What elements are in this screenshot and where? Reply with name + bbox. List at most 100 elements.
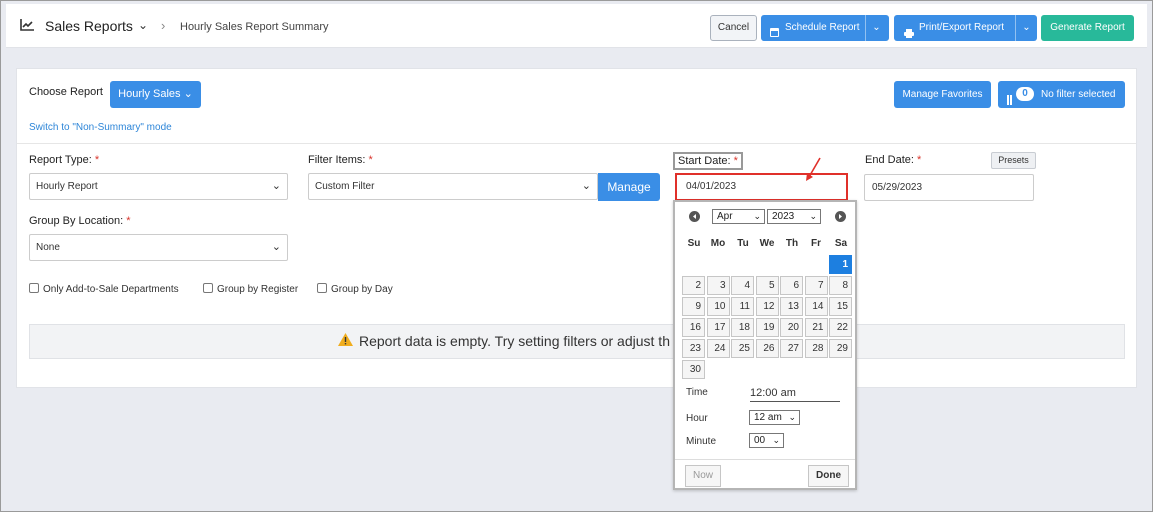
chevron-down-icon: ⌄ bbox=[271, 241, 281, 253]
group-by-location-select[interactable]: None ⌄ bbox=[29, 234, 288, 261]
start-date-label: Start Date: * bbox=[673, 152, 743, 170]
manage-filter-button[interactable]: Manage bbox=[598, 173, 660, 201]
done-button[interactable]: Done bbox=[808, 465, 849, 487]
calendar-day[interactable]: 29 bbox=[829, 339, 852, 358]
empty-report-banner: Report data is empty. Try setting filter… bbox=[29, 324, 1125, 359]
month-select[interactable]: Apr ⌄ bbox=[712, 209, 765, 224]
calendar-day[interactable]: 24 bbox=[706, 339, 730, 358]
calendar-day[interactable]: 28 bbox=[804, 339, 828, 358]
minute-select[interactable]: 00 ⌄ bbox=[749, 433, 784, 448]
calendar-day[interactable]: 16 bbox=[682, 318, 705, 337]
calendar-day[interactable]: 10 bbox=[706, 297, 730, 316]
calendar-day[interactable]: 19 bbox=[755, 318, 779, 337]
calendar-day[interactable]: 15 bbox=[829, 297, 852, 316]
month-value: Apr bbox=[717, 211, 733, 222]
calendar-day[interactable]: 13 bbox=[780, 297, 803, 316]
calendar-day[interactable]: 18 bbox=[731, 318, 754, 337]
prev-month-icon[interactable] bbox=[689, 211, 700, 222]
end-date-input[interactable]: 05/29/2023 bbox=[864, 174, 1034, 201]
chevron-down-icon: ⌄ bbox=[772, 435, 780, 445]
filter-status-label: No filter selected bbox=[1041, 89, 1116, 100]
choose-report-dropdown[interactable]: Hourly Sales ⌄ bbox=[110, 81, 201, 108]
calendar-day[interactable]: 30 bbox=[682, 360, 705, 379]
report-type-select[interactable]: Hourly Report ⌄ bbox=[29, 173, 288, 200]
schedule-report-button[interactable]: Schedule Report ⌄ bbox=[761, 15, 889, 41]
hour-select[interactable]: 12 am ⌄ bbox=[749, 410, 800, 425]
next-month-icon[interactable] bbox=[835, 211, 846, 222]
calendar-day[interactable]: 25 bbox=[731, 339, 754, 358]
checkbox[interactable] bbox=[317, 283, 327, 293]
year-select[interactable]: 2023 ⌄ bbox=[767, 209, 821, 224]
calendar-day[interactable]: 23 bbox=[682, 339, 705, 358]
calendar-day[interactable]: 21 bbox=[804, 318, 828, 337]
calendar-day[interactable]: 5 bbox=[755, 276, 779, 295]
filter-items-value: Custom Filter bbox=[315, 181, 375, 192]
calendar-day[interactable]: 26 bbox=[755, 339, 779, 358]
chevron-down-icon: ⌄ bbox=[872, 22, 881, 33]
checkbox-add-to-sale[interactable]: Only Add-to-Sale Departments bbox=[29, 283, 179, 295]
printer-icon bbox=[904, 23, 914, 49]
calendar-day[interactable]: 3 bbox=[706, 276, 730, 295]
now-button[interactable]: Now bbox=[685, 465, 721, 487]
print-export-label: Print/Export Report bbox=[919, 22, 1005, 33]
report-type-label: Report Type: * bbox=[29, 154, 100, 166]
report-panel: Choose Report Hourly Sales ⌄ Switch to "… bbox=[16, 68, 1137, 388]
chevron-down-icon[interactable]: ⌄ bbox=[138, 18, 148, 32]
print-export-button[interactable]: Print/Export Report ⌄ bbox=[894, 15, 1037, 41]
weekday-label: Fr bbox=[811, 238, 821, 249]
minute-label: Minute bbox=[686, 436, 717, 447]
chart-icon bbox=[20, 19, 34, 31]
manage-favorites-button[interactable]: Manage Favorites bbox=[894, 81, 991, 108]
chevron-down-icon: ⌄ bbox=[271, 180, 281, 192]
date-picker: Apr ⌄ 2023 ⌄ Su Mo Tu We Th Fr Sa 123456… bbox=[673, 200, 857, 490]
hour-value: 12 am bbox=[754, 412, 782, 423]
calendar-day[interactable]: 22 bbox=[829, 318, 852, 337]
chevron-down-icon: ⌄ bbox=[183, 88, 193, 100]
choose-report-value: Hourly Sales bbox=[118, 88, 181, 100]
chevron-down-icon: ⌄ bbox=[809, 211, 817, 221]
chevron-down-icon: ⌄ bbox=[1022, 22, 1031, 33]
calendar-day[interactable]: 11 bbox=[731, 297, 754, 316]
generate-report-button[interactable]: Generate Report bbox=[1041, 15, 1134, 41]
group-by-location-label: Group By Location: * bbox=[29, 215, 131, 227]
calendar-day[interactable]: 4 bbox=[731, 276, 754, 295]
calendar-day[interactable]: 7 bbox=[804, 276, 828, 295]
top-bar: Sales Reports ⌄ › Hourly Sales Report Su… bbox=[6, 4, 1147, 48]
weekday-label: Su bbox=[687, 238, 701, 249]
page-title[interactable]: Sales Reports bbox=[45, 18, 133, 34]
cancel-button[interactable]: Cancel bbox=[710, 15, 757, 41]
chevron-down-icon: ⌄ bbox=[788, 412, 796, 422]
end-date-label: End Date: * bbox=[865, 154, 922, 166]
weekday-label: We bbox=[759, 238, 775, 249]
checkbox-group-by-register[interactable]: Group by Register bbox=[203, 283, 298, 295]
calendar-day[interactable]: 6 bbox=[780, 276, 803, 295]
chevron-right-icon: › bbox=[161, 18, 166, 33]
year-value: 2023 bbox=[772, 211, 795, 222]
presets-button[interactable]: Presets bbox=[991, 152, 1036, 169]
schedule-dropdown-toggle[interactable]: ⌄ bbox=[865, 15, 887, 41]
report-type-value: Hourly Report bbox=[36, 181, 98, 192]
chevron-down-icon: ⌄ bbox=[581, 180, 591, 192]
print-export-dropdown-toggle[interactable]: ⌄ bbox=[1015, 15, 1037, 41]
calendar-day[interactable]: 8 bbox=[829, 276, 852, 295]
hour-label: Hour bbox=[686, 413, 708, 424]
checkbox[interactable] bbox=[203, 283, 213, 293]
filter-status-button[interactable]: 0 No filter selected bbox=[998, 81, 1125, 108]
weekday-label: Tu bbox=[737, 238, 749, 249]
calendar-day[interactable]: 2 bbox=[682, 276, 705, 295]
filter-items-select[interactable]: Custom Filter ⌄ bbox=[308, 173, 598, 200]
weekday-label: Sa bbox=[834, 238, 848, 249]
checkbox[interactable] bbox=[29, 283, 39, 293]
switch-mode-link[interactable]: Switch to "Non-Summary" mode bbox=[29, 122, 172, 133]
calendar-day[interactable]: 14 bbox=[804, 297, 828, 316]
calendar-day[interactable]: 12 bbox=[755, 297, 779, 316]
warning-icon bbox=[338, 333, 353, 346]
calendar-day[interactable]: 27 bbox=[780, 339, 803, 358]
checkbox-group-by-day[interactable]: Group by Day bbox=[317, 283, 393, 295]
divider bbox=[17, 143, 1136, 144]
empty-report-message: Report data is empty. Try setting filter… bbox=[338, 333, 670, 349]
calendar-day[interactable]: 9 bbox=[682, 297, 705, 316]
calendar-day[interactable]: 1 bbox=[829, 255, 852, 274]
calendar-day[interactable]: 17 bbox=[706, 318, 730, 337]
calendar-day[interactable]: 20 bbox=[780, 318, 803, 337]
